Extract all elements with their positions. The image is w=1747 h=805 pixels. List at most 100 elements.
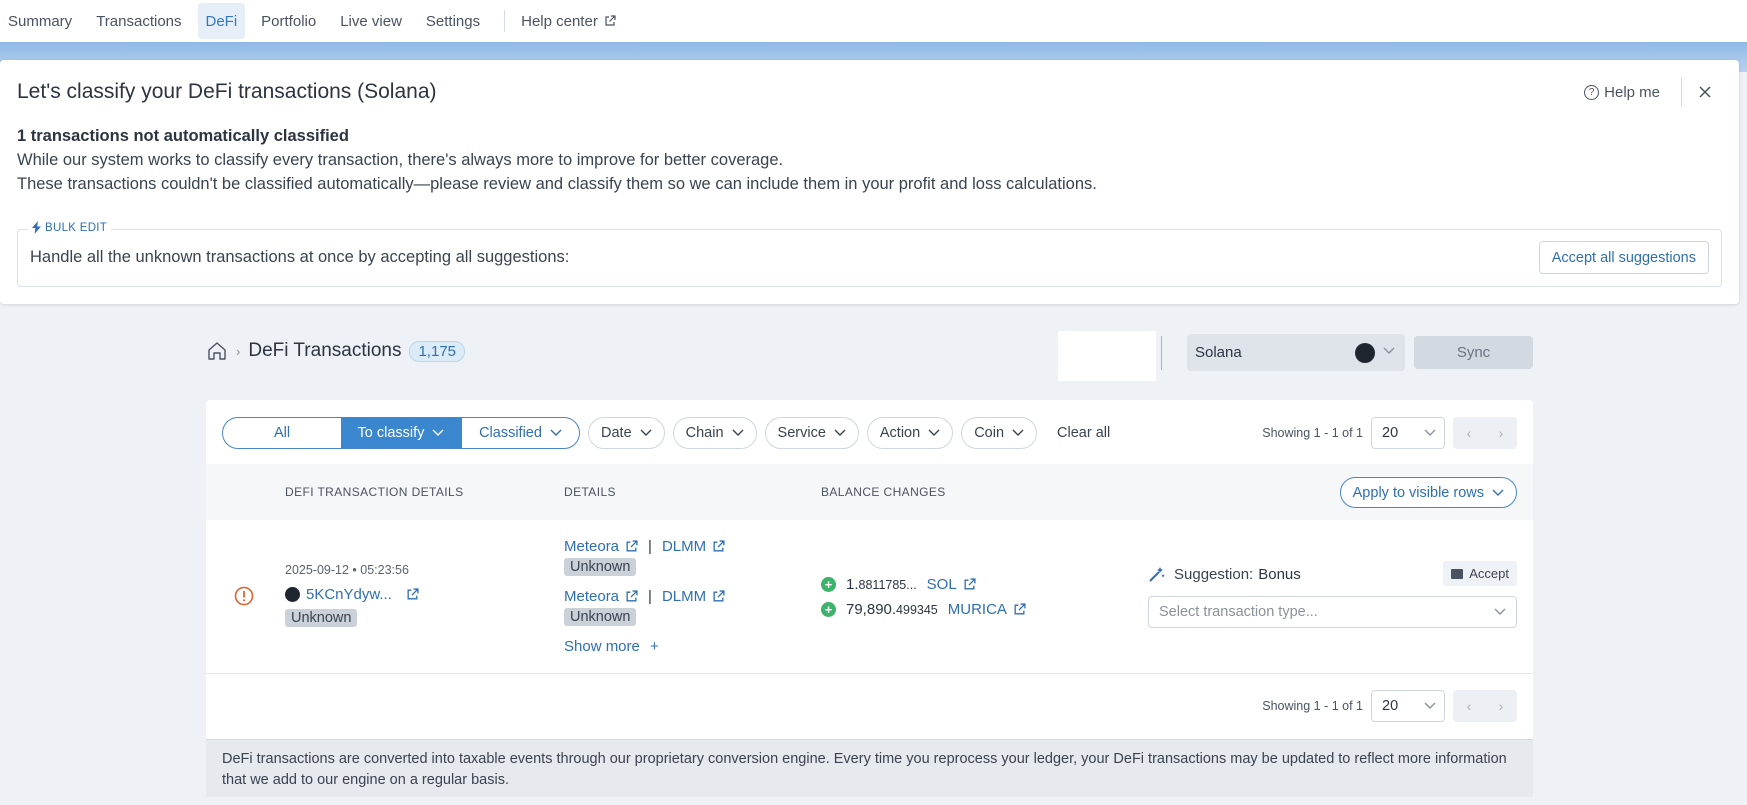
suggestion-value: Bonus <box>1258 565 1301 583</box>
filter-coin[interactable]: Coin <box>961 417 1038 449</box>
close-icon[interactable] <box>1695 82 1715 102</box>
plus-circle-icon: + <box>821 577 836 592</box>
page-title: DeFi Transactions <box>248 340 402 361</box>
chevron-down-icon <box>1424 429 1436 436</box>
table-row: 2025-09-12 • 05:23:56 5KCnYdyw... Unknow… <box>206 520 1533 674</box>
nav-summary[interactable]: Summary <box>0 3 80 39</box>
external-link-icon[interactable] <box>406 588 419 601</box>
prev-page-icon[interactable]: ‹ <box>1467 698 1472 714</box>
detail-line-1: Meteora | DLMM <box>564 538 725 555</box>
transaction-type-placeholder: Select transaction type... <box>1159 604 1318 620</box>
chevron-down-icon <box>1492 489 1504 496</box>
apply-to-visible-rows-button[interactable]: Apply to visible rows <box>1339 477 1517 508</box>
service-link[interactable]: Meteora <box>564 588 619 605</box>
chevron-down-icon <box>1424 702 1436 709</box>
prev-page-icon[interactable]: ‹ <box>1467 425 1472 441</box>
transaction-type-select[interactable]: Select transaction type... <box>1148 596 1517 628</box>
nav-help-center[interactable]: Help center <box>513 3 624 39</box>
detail-separator: | <box>648 588 652 605</box>
bulk-edit-text: Handle all the unknown transactions at o… <box>30 248 570 266</box>
transaction-hash-link[interactable]: 5KCnYdyw... <box>285 586 419 603</box>
transactions-card: All To classify Classified Date Chain Se… <box>206 400 1533 797</box>
header-divider <box>1161 336 1162 370</box>
accept-label: Accept <box>1469 566 1509 581</box>
next-page-icon[interactable]: › <box>1499 425 1504 441</box>
pager-bottom: Showing 1 - 1 of 1 20 ‹ › <box>1262 690 1517 722</box>
detail-status-1: Unknown <box>564 558 637 576</box>
service-link[interactable]: Meteora <box>564 538 619 555</box>
chevron-down-icon <box>432 429 444 436</box>
classify-panel: Let's classify your DeFi transactions (S… <box>0 60 1739 304</box>
col-defi-details: DEFI TRANSACTION DETAILS <box>285 485 464 499</box>
table-header: DEFI TRANSACTION DETAILS DETAILS BALANCE… <box>206 464 1533 520</box>
external-link-icon[interactable] <box>1013 603 1026 616</box>
chain-select[interactable]: Solana <box>1187 334 1405 371</box>
pool-link[interactable]: DLMM <box>662 538 706 555</box>
nav-settings[interactable]: Settings <box>418 3 488 39</box>
nav-defi[interactable]: DeFi <box>197 3 246 39</box>
external-link-icon[interactable] <box>963 578 976 591</box>
chevron-down-icon <box>1012 429 1024 436</box>
transaction-hash: 5KCnYdyw... <box>306 586 392 603</box>
chevron-down-icon <box>1494 608 1506 615</box>
segment-to-classify[interactable]: To classify <box>341 418 461 448</box>
status-badge: Unknown <box>285 609 358 627</box>
bulk-edit-box: BULK EDIT Handle all the unknown transac… <box>17 221 1722 287</box>
suggestion: Suggestion: Bonus <box>1148 565 1301 583</box>
panel-description-1: While our system works to classify every… <box>17 151 784 169</box>
question-icon: ? <box>1584 85 1600 100</box>
transaction-count-badge: 1,175 <box>409 340 466 362</box>
detail-status-2: Unknown <box>564 608 637 626</box>
segment-to-classify-label: To classify <box>357 425 425 441</box>
external-link-icon[interactable] <box>712 590 725 603</box>
segment-classified[interactable]: Classified <box>461 418 579 448</box>
nav-divider <box>504 10 506 32</box>
nav-transactions[interactable]: Transactions <box>88 3 189 39</box>
classification-segment: All To classify Classified <box>222 417 580 449</box>
chain-select-value: Solana <box>1195 344 1242 361</box>
status-badge: Unknown <box>564 558 637 576</box>
next-page-icon[interactable]: › <box>1499 698 1504 714</box>
page-size-select[interactable]: 20 <box>1371 690 1445 722</box>
pool-link[interactable]: DLMM <box>662 588 706 605</box>
balance-change-1: + 1. 8811785... SOL <box>821 576 976 593</box>
filter-action[interactable]: Action <box>866 417 954 449</box>
coin-link[interactable]: SOL <box>927 576 957 593</box>
clear-all-button[interactable]: Clear all <box>1057 425 1110 441</box>
filter-chain-label: Chain <box>685 425 724 441</box>
filter-date-label: Date <box>601 425 632 441</box>
chevron-down-icon <box>732 429 744 436</box>
page-size-select[interactable]: 20 <box>1371 417 1445 449</box>
filter-chain[interactable]: Chain <box>672 417 757 449</box>
warning-icon <box>234 586 254 606</box>
page-size-value: 20 <box>1382 698 1399 714</box>
plus-icon: + <box>650 638 659 655</box>
coin-link[interactable]: MURICA <box>948 601 1007 618</box>
accept-suggestion-button[interactable]: Accept <box>1443 561 1517 586</box>
balance-change-2: + 79,890. 499345 MURICA <box>821 601 1026 618</box>
filter-bar: All To classify Classified Date Chain Se… <box>222 417 1110 449</box>
external-link-icon[interactable] <box>712 540 725 553</box>
sync-button[interactable]: Sync <box>1414 336 1533 369</box>
panel-description-2: These transactions couldn't be classifie… <box>17 175 1097 193</box>
home-icon[interactable] <box>206 340 228 362</box>
lightning-icon <box>32 221 41 234</box>
showing-text: Showing 1 - 1 of 1 <box>1262 426 1363 440</box>
footnote: DeFi transactions are converted into tax… <box>206 739 1533 797</box>
transaction-timestamp: 2025-09-12 • 05:23:56 <box>285 563 409 577</box>
external-link-icon[interactable] <box>625 540 638 553</box>
chevron-down-icon <box>834 429 846 436</box>
magic-wand-icon <box>1149 567 1165 582</box>
chevron-down-icon <box>640 429 652 436</box>
accept-all-suggestions-button[interactable]: Accept all suggestions <box>1538 241 1709 274</box>
nav-portfolio[interactable]: Portfolio <box>253 3 324 39</box>
show-more-button[interactable]: Show more + <box>564 638 659 655</box>
filter-date[interactable]: Date <box>588 417 665 449</box>
help-me-button[interactable]: ? Help me <box>1584 84 1660 101</box>
external-link-icon[interactable] <box>625 590 638 603</box>
nav-live-view[interactable]: Live view <box>332 3 410 39</box>
segment-all[interactable]: All <box>223 418 341 448</box>
detail-separator: | <box>648 538 652 555</box>
showing-text: Showing 1 - 1 of 1 <box>1262 699 1363 713</box>
filter-service[interactable]: Service <box>764 417 859 449</box>
